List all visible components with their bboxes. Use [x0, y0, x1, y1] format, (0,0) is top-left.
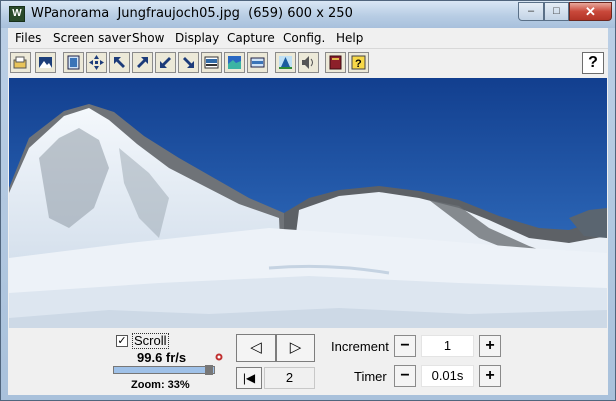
- close-button[interactable]: ✕: [569, 2, 612, 21]
- menu-bar: Files Screen saver Show Display Capture …: [8, 28, 608, 49]
- toolbar: ? ?: [8, 49, 608, 77]
- app-window: W WPanorama Jungfraujoch05.jpg (659) 600…: [0, 0, 616, 401]
- first-image-button[interactable]: |◀: [236, 367, 262, 389]
- arrow-up-left-button[interactable]: [109, 52, 130, 73]
- fit-height-icon: [250, 57, 265, 68]
- arrow-down-right-icon: [183, 57, 194, 68]
- scroll-label[interactable]: Scroll: [132, 333, 169, 349]
- landscape-icon: [228, 56, 241, 69]
- next-image-button[interactable]: ▷: [276, 334, 315, 362]
- menu-help[interactable]: Help: [336, 31, 363, 45]
- speaker-icon: [302, 56, 313, 69]
- speed-reset-icon[interactable]: [214, 352, 224, 362]
- menu-capture[interactable]: Capture: [227, 31, 275, 45]
- image-index-field[interactable]: 2: [264, 367, 315, 389]
- svg-text:?: ?: [355, 58, 362, 70]
- landscape-button[interactable]: [224, 52, 245, 73]
- frame-rate-readout: 99.6 fr/s: [137, 350, 187, 365]
- menu-display[interactable]: Display: [175, 31, 219, 45]
- panorama-strip-button[interactable]: [201, 52, 222, 73]
- help-button[interactable]: ?: [582, 52, 604, 74]
- timer-value-field[interactable]: 0.01s: [421, 365, 474, 387]
- fullscreen-button[interactable]: [63, 52, 84, 73]
- book-icon: [329, 55, 342, 70]
- picture-button[interactable]: [35, 52, 56, 73]
- increment-plus-button[interactable]: +: [479, 335, 501, 357]
- scroll-checkbox[interactable]: ✓: [116, 335, 128, 347]
- maximize-button[interactable]: □: [544, 2, 569, 21]
- zoom-readout: Zoom: 33%: [131, 379, 190, 391]
- wpanorama-app-icon[interactable]: W: [9, 6, 25, 22]
- arrow-up-left-icon: [114, 57, 125, 68]
- speed-slider-track[interactable]: [113, 366, 215, 374]
- speaker-button[interactable]: [298, 52, 319, 73]
- menu-files[interactable]: Files: [15, 31, 41, 45]
- increment-value-field[interactable]: 1: [421, 335, 474, 357]
- title-bar[interactable]: W WPanorama Jungfraujoch05.jpg (659) 600…: [1, 1, 615, 28]
- menu-show[interactable]: Show: [132, 31, 164, 45]
- move-button[interactable]: [86, 52, 107, 73]
- arrow-down-right-button[interactable]: [178, 52, 199, 73]
- context-help-button[interactable]: ?: [348, 52, 369, 73]
- minimize-button[interactable]: –: [518, 2, 544, 21]
- mountain-panorama: [9, 78, 607, 328]
- context-help-icon: ?: [351, 55, 366, 70]
- arrow-down-left-button[interactable]: [155, 52, 176, 73]
- client-area: Files Screen saver Show Display Capture …: [8, 28, 608, 395]
- arrow-up-right-icon: [137, 57, 148, 68]
- menu-screen-saver[interactable]: Screen saver: [53, 31, 131, 45]
- arrow-up-right-button[interactable]: [132, 52, 153, 73]
- menu-config[interactable]: Config.: [283, 31, 325, 45]
- timer-label: Timer: [354, 369, 387, 384]
- increment-minus-button[interactable]: −: [394, 335, 416, 357]
- picture-icon: [39, 57, 52, 68]
- window-title: WPanorama Jungfraujoch05.jpg (659) 600 x…: [31, 6, 353, 21]
- increment-label: Increment: [331, 339, 389, 354]
- open-file-button[interactable]: [10, 52, 31, 73]
- previous-image-button[interactable]: ◁: [236, 334, 276, 362]
- arrow-down-left-icon: [160, 57, 171, 68]
- fit-height-button[interactable]: [247, 52, 268, 73]
- speed-slider-thumb[interactable]: [205, 365, 213, 375]
- panorama-image[interactable]: [9, 78, 607, 328]
- timer-minus-button[interactable]: −: [394, 365, 416, 387]
- move-icon: [89, 55, 104, 70]
- spotlight-icon: [279, 56, 292, 69]
- scroll-control-panel: ✓ Scroll 99.6 fr/s Zoom: 33% ◁ ▷ |◀ 2 In…: [8, 329, 608, 395]
- fullscreen-icon: [67, 55, 80, 70]
- panorama-strip-icon: [204, 56, 219, 69]
- book-button[interactable]: [325, 52, 346, 73]
- timer-plus-button[interactable]: +: [479, 365, 501, 387]
- open-file-icon: [13, 56, 27, 69]
- spotlight-button[interactable]: [275, 52, 296, 73]
